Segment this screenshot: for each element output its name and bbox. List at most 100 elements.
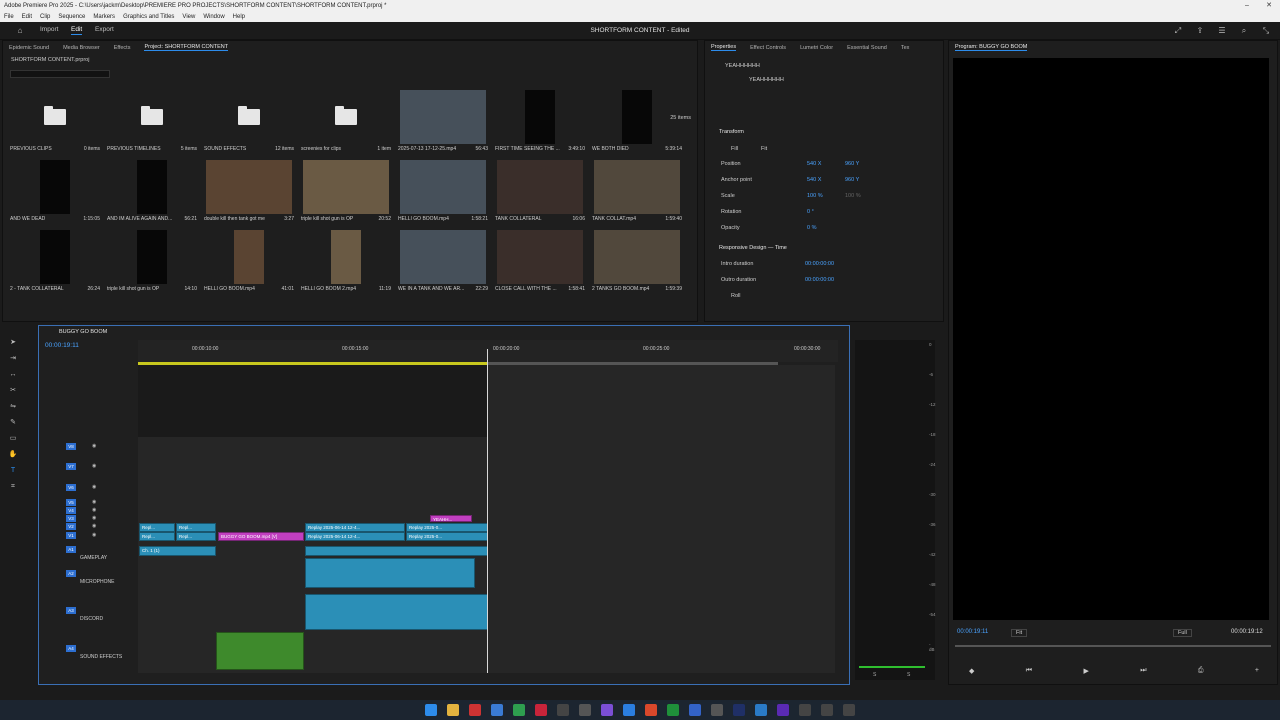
timeline-timecode[interactable]: 00:00:19:11: [45, 342, 79, 349]
step-back-icon[interactable]: ⏮: [1026, 667, 1032, 677]
tab-media-browser[interactable]: Media Browser: [63, 45, 100, 51]
export-frame-icon[interactable]: ⎙: [1198, 667, 1204, 677]
audio-clip-a2[interactable]: [305, 558, 475, 588]
project-folder[interactable]: PREVIOUS TIMELINES 5 items: [107, 90, 197, 154]
video-track-label[interactable]: V1: [66, 532, 76, 539]
project-clip[interactable]: HELLI GO BOOM.mp4 41:01: [204, 230, 294, 294]
solo-left[interactable]: S: [873, 672, 876, 678]
solo-right[interactable]: S: [907, 672, 910, 678]
project-clip[interactable]: triple kill shot gun is OP 20:52: [301, 160, 391, 224]
project-clip[interactable]: HELLI GO BOOM.mp4 1:58:21: [398, 160, 488, 224]
tab-program[interactable]: Program: BUGGY GO BOOM: [955, 44, 1028, 51]
share-icon[interactable]: ⇪: [1194, 25, 1206, 37]
opacity-value[interactable]: 0 %: [807, 225, 816, 231]
razor-icon[interactable]: ✂: [5, 383, 21, 399]
app-icon[interactable]: [689, 704, 701, 716]
sublayer-name[interactable]: YEAHHHHHH: [749, 77, 784, 83]
rotation-value[interactable]: 0 °: [807, 209, 814, 215]
expand-icon[interactable]: ⤡: [1260, 25, 1272, 37]
start-icon[interactable]: [425, 704, 437, 716]
menu-icon[interactable]: ☰: [1216, 25, 1228, 37]
audio-track-label[interactable]: A4: [66, 645, 76, 652]
fill-toggle[interactable]: Fill: [731, 146, 738, 152]
menu-sequence[interactable]: Sequence: [58, 14, 85, 20]
tab-properties[interactable]: Properties: [711, 44, 737, 51]
menu-markers[interactable]: Markers: [93, 14, 115, 20]
tab-import[interactable]: Import: [40, 26, 58, 33]
hand-icon[interactable]: ✋: [5, 447, 21, 463]
project-clip[interactable]: WE IN A TANK AND WE AR... 22:29: [398, 230, 488, 294]
clip-v1-3[interactable]: Replay 2025-06-14 12-4...: [305, 532, 405, 541]
project-folder[interactable]: PREVIOUS CLIPS 0 items: [10, 90, 100, 154]
intro-value[interactable]: 00:00:00:00: [805, 261, 834, 267]
program-scrub-bar[interactable]: [955, 645, 1271, 647]
toggle-visibility-icon[interactable]: ◉: [92, 463, 96, 469]
toggle-visibility-icon[interactable]: ◉: [92, 532, 96, 538]
toggle-visibility-icon[interactable]: ◉: [92, 515, 96, 521]
tab-edit[interactable]: Edit: [71, 26, 83, 35]
marker-icon[interactable]: ◆: [969, 667, 974, 677]
project-clip[interactable]: TANK COLLAT.mp4 1:59:40: [592, 160, 682, 224]
project-clip[interactable]: TANK COLLATERAL 16:06: [495, 160, 585, 224]
audio-clip-a1-1[interactable]: Ch. 1 (1): [139, 546, 216, 556]
premiere-icon[interactable]: [777, 704, 789, 716]
slip-icon[interactable]: ⇋: [5, 399, 21, 415]
transform-title[interactable]: Transform: [719, 129, 744, 135]
caption-icon[interactable]: ⌗: [5, 479, 21, 495]
project-clip[interactable]: AND WE DEAD 1:15:05: [10, 160, 100, 224]
clip-v2-1[interactable]: Repl...: [139, 523, 175, 532]
menu-clip[interactable]: Clip: [40, 14, 50, 20]
toggle-visibility-icon[interactable]: ◉: [92, 443, 96, 449]
app-icon[interactable]: [557, 704, 569, 716]
ripple-edit-icon[interactable]: ↔: [5, 367, 21, 383]
position-y[interactable]: 960 Y: [845, 161, 859, 167]
layer-name[interactable]: YEAHHHHHH: [725, 63, 760, 69]
project-clip[interactable]: WE BOTH DIED 5:39:14: [592, 90, 682, 154]
fullscreen-icon[interactable]: ⤢: [1172, 25, 1184, 37]
project-folder[interactable]: screenies for clips 1 item: [301, 90, 391, 154]
project-clip[interactable]: double kill then tank got me 3:27: [204, 160, 294, 224]
clip-v1-buggy[interactable]: BUGGY GO BOOM.mp4 [V]: [218, 532, 304, 541]
toggle-visibility-icon[interactable]: ◉: [92, 507, 96, 513]
project-clip[interactable]: 2 TANKS GO BOOM.mp4 1:59:39: [592, 230, 682, 294]
program-quality-select[interactable]: Full: [1173, 629, 1192, 637]
app-icon[interactable]: [799, 704, 811, 716]
app-icon[interactable]: [579, 704, 591, 716]
audio-clip-a1-2[interactable]: [305, 546, 488, 556]
track-select-icon[interactable]: ⇥: [5, 351, 21, 367]
project-clip[interactable]: CLOSE CALL WITH THE ... 1:58:41: [495, 230, 585, 294]
play-icon[interactable]: ▶: [1083, 667, 1088, 677]
video-track-label[interactable]: V6: [66, 484, 76, 491]
app-icon[interactable]: [821, 704, 833, 716]
add-icon[interactable]: +: [1255, 667, 1259, 677]
app-icon[interactable]: [733, 704, 745, 716]
fit-toggle[interactable]: Fit: [761, 146, 767, 152]
app-icon[interactable]: [601, 704, 613, 716]
tab-lumetri-color[interactable]: Lumetri Color: [800, 45, 833, 51]
menu-view[interactable]: View: [182, 14, 195, 20]
menu-window[interactable]: Window: [203, 14, 224, 20]
project-clip[interactable]: 2 - TANK COLLATERAL 26:24: [10, 230, 100, 294]
clip-v1-1[interactable]: Repl...: [139, 532, 175, 541]
video-track-label[interactable]: V8: [66, 443, 76, 450]
video-track-label[interactable]: V7: [66, 463, 76, 470]
menu-help[interactable]: Help: [233, 14, 245, 20]
toggle-visibility-icon[interactable]: ◉: [92, 484, 96, 490]
menu-edit[interactable]: Edit: [22, 14, 32, 20]
step-forward-icon[interactable]: ⏭: [1140, 667, 1146, 677]
tab-effect-controls[interactable]: Effect Controls: [750, 45, 786, 51]
audio-track-label[interactable]: A3: [66, 607, 76, 614]
responsive-title[interactable]: Responsive Design — Time: [719, 245, 787, 251]
home-icon[interactable]: ⌂: [14, 25, 26, 37]
spotify-icon[interactable]: [513, 704, 525, 716]
tab-export[interactable]: Export: [95, 26, 114, 33]
tab-essential-sound[interactable]: Essential Sound: [847, 45, 887, 51]
minimize-icon[interactable]: –: [1236, 0, 1258, 11]
search-icon[interactable]: ⌕: [1238, 25, 1250, 37]
video-track-label[interactable]: V2: [66, 523, 76, 530]
tab-project[interactable]: Project: SHORTFORM CONTENT: [144, 44, 229, 51]
audio-clip-a4[interactable]: [216, 632, 304, 670]
clip-v1-2[interactable]: Repl...: [176, 532, 216, 541]
app-icon[interactable]: [623, 704, 635, 716]
app-icon[interactable]: [535, 704, 547, 716]
